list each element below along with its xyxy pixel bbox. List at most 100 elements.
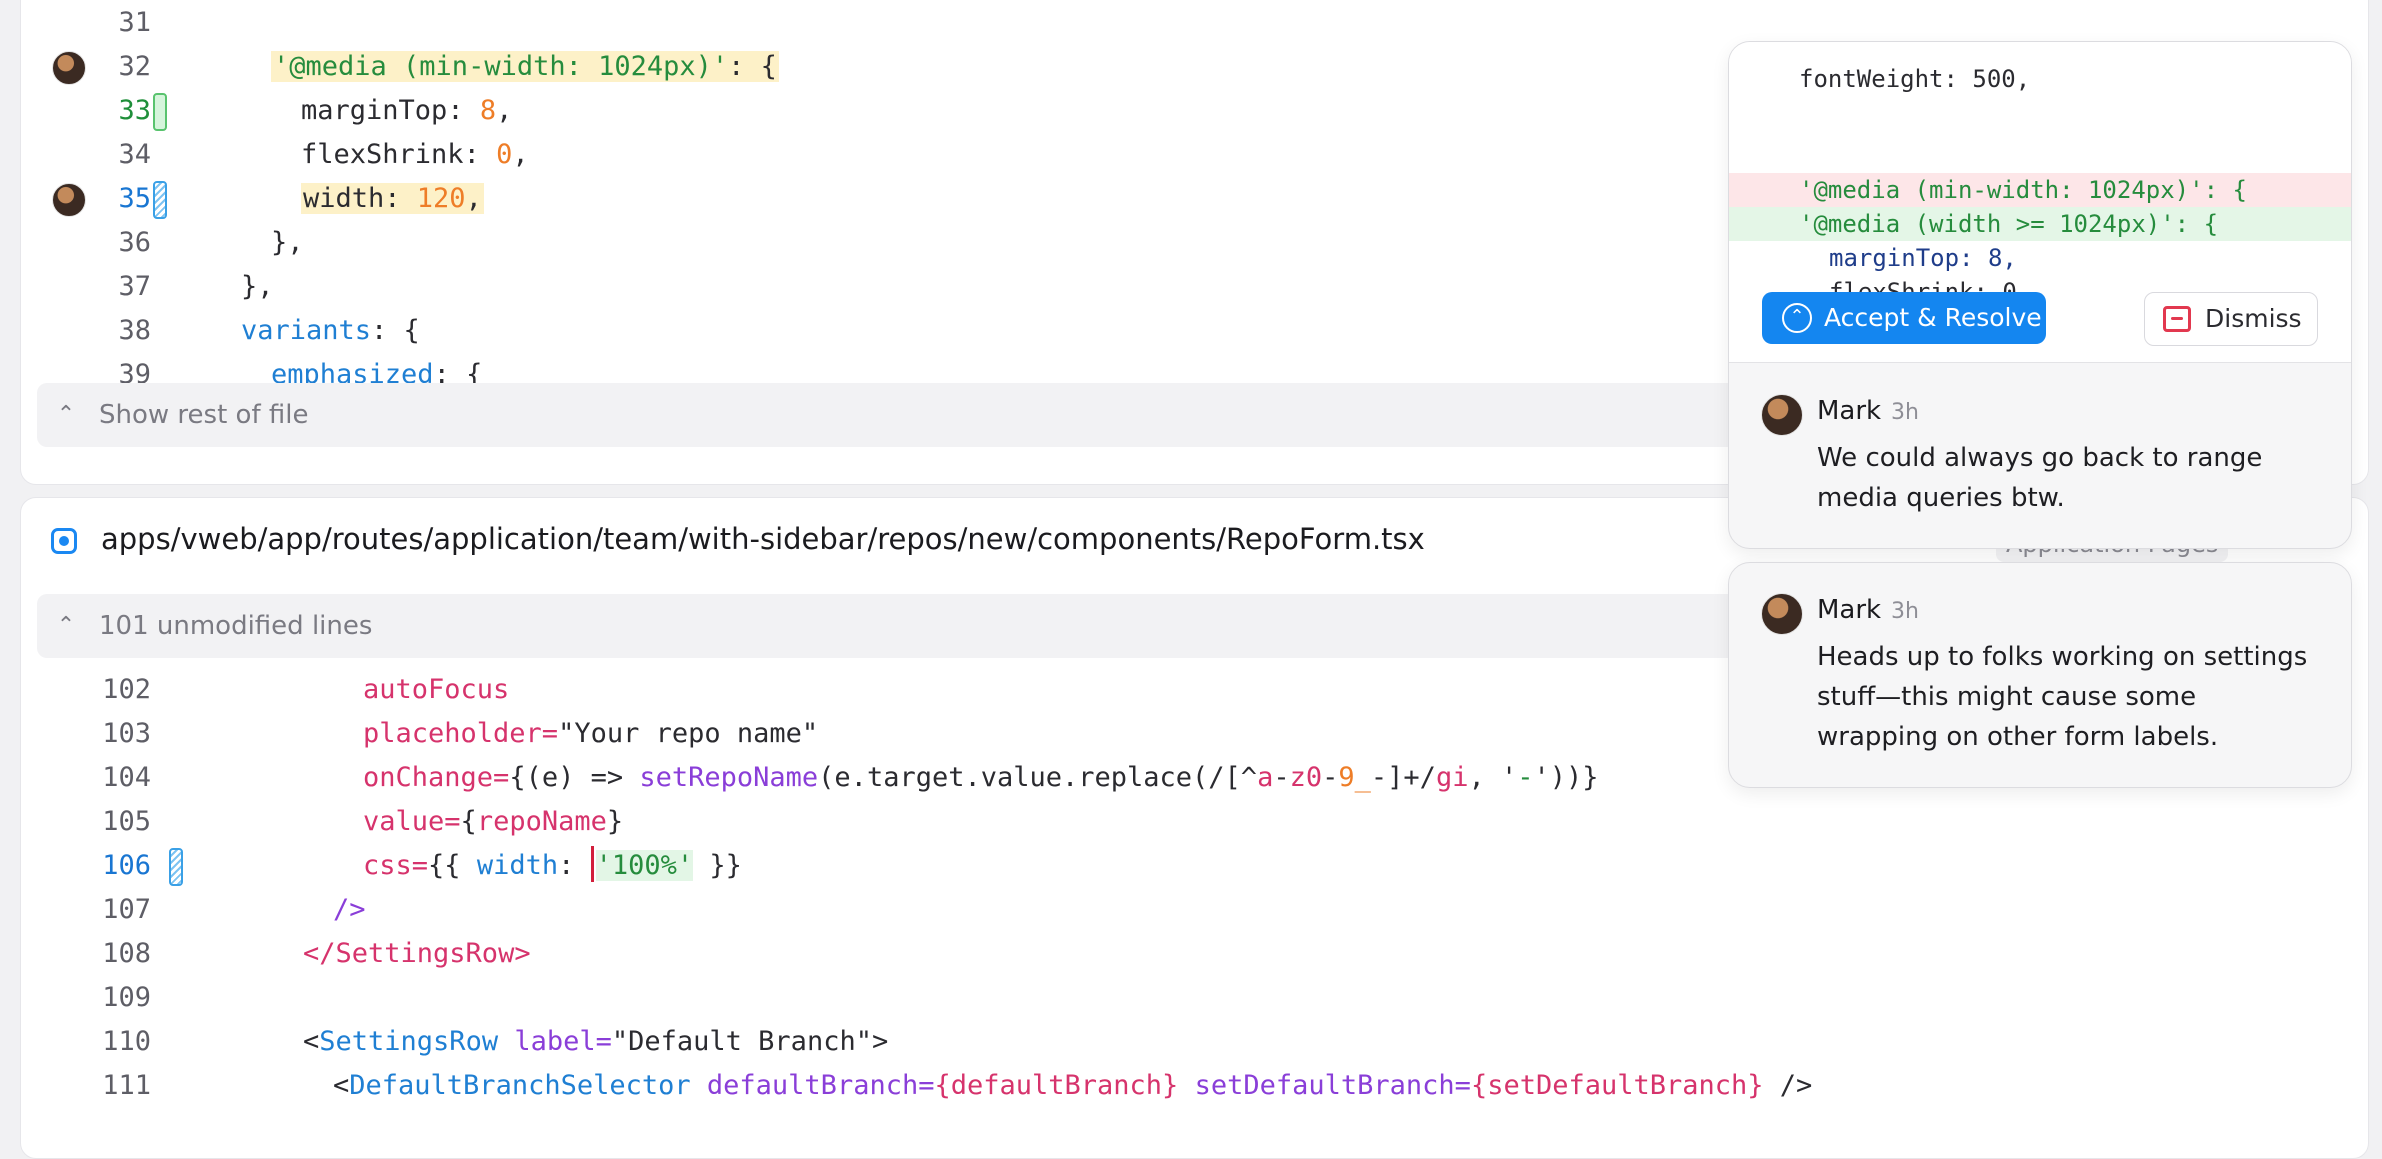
dismiss-label: Dismiss: [2205, 304, 2302, 333]
token: {(e) =>: [509, 762, 640, 793]
token: "Your repo name": [558, 718, 819, 749]
code-text: width: 120,: [301, 177, 484, 221]
line-number[interactable]: 109: [51, 976, 151, 1020]
line-highlight: '@media (min-width: 1024px)': {: [271, 51, 779, 82]
token: , ': [1468, 762, 1518, 793]
token: :: [447, 95, 480, 126]
code-line: 105 value={repoName}: [21, 800, 2368, 844]
token: setRepoName: [639, 762, 819, 793]
token: -: [1322, 762, 1339, 793]
token: {setDefaultBranch}: [1470, 1070, 1764, 1101]
line-number[interactable]: 34: [51, 133, 151, 177]
line-number[interactable]: 108: [51, 932, 151, 976]
code-line: 106 css={{ width: '100%' }}: [21, 844, 2368, 888]
comment-thread-panel: Mark 3h Heads up to folks working on set…: [1728, 562, 2352, 788]
accept-chevrons-icon: ⌃: [1782, 303, 1812, 333]
token: onChange=: [363, 762, 510, 793]
token: value=: [363, 806, 461, 837]
token: 0: [496, 139, 513, 170]
change-marker[interactable]: [153, 181, 167, 219]
line-number[interactable]: 31: [51, 1, 151, 45]
token: 120: [416, 183, 466, 214]
token: z0: [1289, 762, 1323, 793]
diff-context-text: fontWeight: 500,: [1799, 65, 2031, 93]
diff-after-text: marginTop: 8,: [1829, 244, 2017, 272]
code-text: flexShrink: 0,: [301, 133, 529, 177]
token: marginTop: [301, 95, 448, 126]
line-highlight: width: 120,: [301, 183, 484, 214]
change-marker[interactable]: [153, 93, 167, 131]
token: flexShrink: [301, 139, 464, 170]
line-number[interactable]: 110: [51, 1020, 151, 1064]
token: width: [303, 183, 385, 214]
comment-author: Mark: [1817, 595, 1882, 625]
token: css=: [363, 850, 429, 881]
token: {defaultBranch}: [934, 1070, 1179, 1101]
token: }: [606, 806, 624, 837]
token: "Default Branch": [611, 1026, 872, 1057]
line-number[interactable]: 106: [51, 844, 151, 888]
line-number[interactable]: 37: [51, 265, 151, 309]
token: DefaultBranchSelector: [349, 1070, 691, 1101]
code-text: css={{ width: '100%' }}: [363, 844, 742, 888]
accept-resolve-button[interactable]: ⌃ Accept & Resolve: [1762, 292, 2046, 344]
token: {{: [428, 850, 477, 881]
code-text: '@media (min-width: 1024px)': {: [271, 45, 779, 89]
token: -: [1517, 762, 1534, 793]
avatar[interactable]: [52, 183, 86, 217]
code-line: 109: [21, 976, 2368, 1020]
text-caret: [590, 846, 594, 882]
token: },: [241, 271, 274, 302]
token: />: [333, 894, 366, 925]
code-line: 111 <DefaultBranchSelector defaultBranch=…: [21, 1064, 2368, 1108]
line-number[interactable]: 36: [51, 221, 151, 265]
code-text: placeholder="Your repo name": [363, 712, 818, 756]
token: autoFocus: [363, 674, 510, 705]
avatar: [1761, 593, 1803, 635]
token: (e.target.value.replace(/[^: [818, 762, 1258, 793]
line-number[interactable]: 105: [51, 800, 151, 844]
diff-added-text: '@media (width >= 1024px)': {: [1799, 210, 2219, 238]
file-path[interactable]: apps/vweb/app/routes/application/team/wi…: [101, 522, 1425, 556]
token: width: [476, 850, 559, 881]
code-line: 31: [21, 1, 2368, 45]
token: defaultBranch=: [690, 1070, 935, 1101]
comment-time: 3h: [1891, 599, 1919, 624]
token: },: [271, 227, 304, 258]
token: 8: [479, 95, 497, 126]
code-text: onChange={(e) => setRepoName(e.target.va…: [363, 756, 1599, 800]
line-number[interactable]: 33: [51, 89, 151, 133]
line-number[interactable]: 111: [51, 1064, 151, 1108]
token: ,: [465, 183, 482, 214]
line-number[interactable]: 38: [51, 309, 151, 353]
token: 9_: [1338, 762, 1371, 793]
avatar[interactable]: [52, 51, 86, 85]
token: :: [463, 139, 497, 170]
dismiss-button[interactable]: Dismiss: [2144, 292, 2318, 346]
code-text: marginTop: 8,: [301, 89, 512, 133]
code-text: value={repoName}: [363, 800, 623, 844]
line-number[interactable]: 102: [51, 668, 151, 712]
file-select-checkbox[interactable]: [51, 528, 77, 554]
token: <: [333, 1070, 350, 1101]
code-text: <DefaultBranchSelector defaultBranch={de…: [333, 1064, 1812, 1108]
code-text: },: [241, 265, 274, 309]
code-text: },: [271, 221, 304, 265]
token: }}: [693, 850, 742, 881]
code-line: 107 />: [21, 888, 2368, 932]
token: </SettingsRow>: [303, 938, 531, 969]
token: :: [558, 850, 591, 881]
change-marker[interactable]: [169, 848, 183, 886]
token: repoName: [476, 806, 607, 837]
token: gi: [1435, 762, 1469, 793]
token: placeholder=: [363, 718, 559, 749]
diff-after-line: marginTop: 8,: [1729, 241, 2351, 275]
comment-time: 3h: [1891, 400, 1919, 425]
line-number[interactable]: 103: [51, 712, 151, 756]
token: setDefaultBranch=: [1178, 1070, 1471, 1101]
line-number[interactable]: 107: [51, 888, 151, 932]
line-number[interactable]: 104: [51, 756, 151, 800]
token: '@media (min-width: 1024px)': [273, 51, 729, 82]
token: '100%': [595, 850, 694, 881]
avatar: [1761, 394, 1803, 436]
